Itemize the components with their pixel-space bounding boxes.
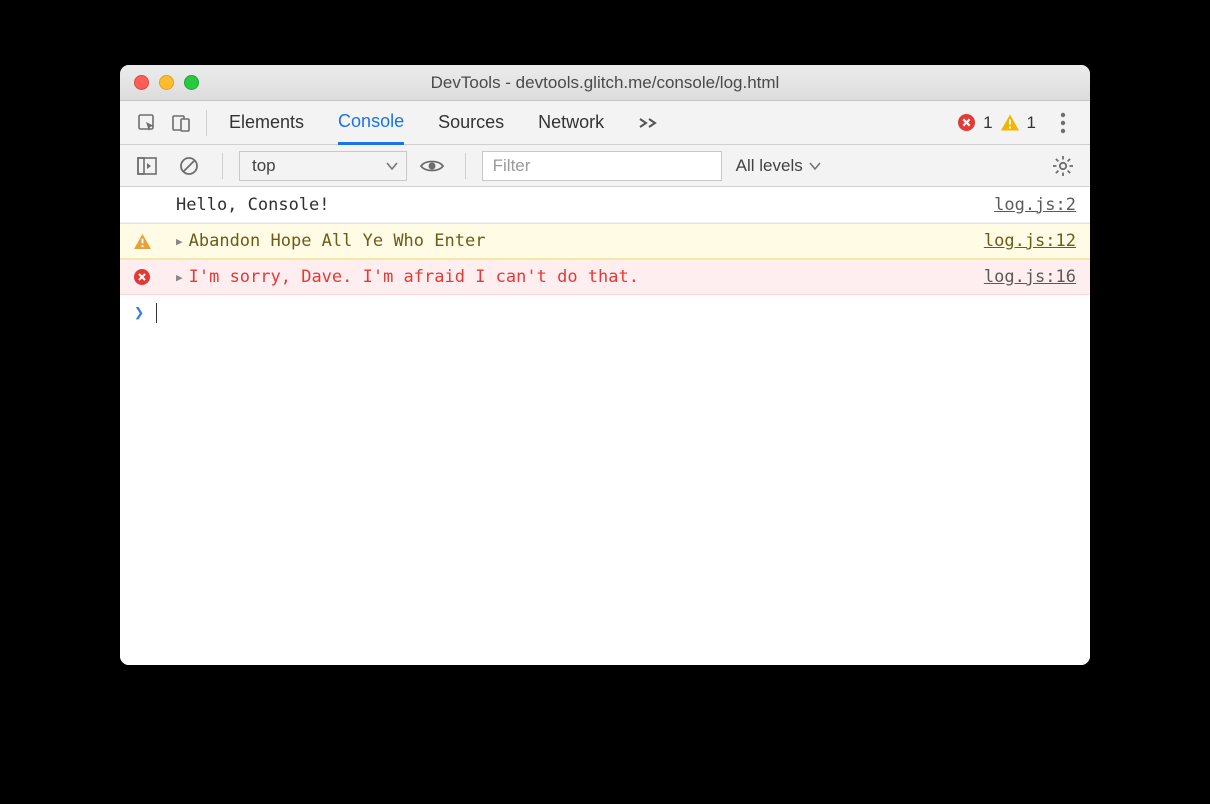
tab-sources[interactable]: Sources [438, 101, 504, 145]
tab-network[interactable]: Network [538, 101, 604, 145]
message-source-link[interactable]: log.js:12 [984, 231, 1076, 251]
chevron-down-icon [809, 162, 821, 170]
clear-console-icon[interactable] [172, 149, 206, 183]
tab-elements[interactable]: Elements [229, 101, 304, 145]
console-output: Hello, Console! log.js:2 ▶ Abandon Hope … [120, 187, 1090, 665]
execution-context-selector[interactable]: top [239, 151, 407, 181]
chevron-down-icon [386, 162, 398, 170]
main-tabbar: Elements Console Sources Network 1 1 [120, 101, 1090, 145]
issue-badges[interactable]: 1 1 [958, 113, 1036, 133]
message-text: Hello, Console! [176, 195, 994, 215]
kebab-menu-icon[interactable] [1046, 106, 1080, 140]
tab-console[interactable]: Console [338, 101, 404, 145]
levels-label: All levels [736, 156, 803, 176]
separator [206, 110, 207, 136]
console-message-error: ▶ I'm sorry, Dave. I'm afraid I can't do… [120, 259, 1090, 295]
maximize-window-button[interactable] [184, 75, 199, 90]
warning-count: 1 [1027, 113, 1036, 133]
titlebar: DevTools - devtools.glitch.me/console/lo… [120, 65, 1090, 101]
warning-badge-icon [1001, 114, 1019, 131]
log-levels-selector[interactable]: All levels [730, 156, 827, 176]
live-expression-icon[interactable] [415, 149, 449, 183]
minimize-window-button[interactable] [159, 75, 174, 90]
text-caret [156, 303, 157, 323]
context-label: top [252, 156, 276, 176]
expand-toggle-icon[interactable]: ▶ [176, 271, 183, 284]
warning-icon [134, 234, 151, 249]
console-prompt[interactable]: ❯ [120, 295, 1090, 331]
device-toolbar-icon[interactable] [164, 106, 198, 140]
filter-input[interactable] [482, 151, 722, 181]
console-message-warning: ▶ Abandon Hope All Ye Who Enter log.js:1… [120, 223, 1090, 259]
error-badge-icon [958, 114, 975, 131]
console-toolbar: top All levels [120, 145, 1090, 187]
toggle-sidebar-icon[interactable] [130, 149, 164, 183]
inspect-element-icon[interactable] [130, 106, 164, 140]
error-count: 1 [983, 113, 992, 133]
error-icon [134, 269, 150, 285]
message-text: Abandon Hope All Ye Who Enter [189, 231, 984, 251]
message-source-link[interactable]: log.js:16 [984, 267, 1076, 287]
message-source-link[interactable]: log.js:2 [994, 195, 1076, 215]
separator [222, 153, 223, 179]
panel-tabs: Elements Console Sources Network [229, 101, 658, 145]
close-window-button[interactable] [134, 75, 149, 90]
tab-overflow[interactable] [638, 101, 658, 145]
traffic-lights [134, 75, 199, 90]
window-title: DevTools - devtools.glitch.me/console/lo… [120, 73, 1090, 93]
console-message-log: Hello, Console! log.js:2 [120, 187, 1090, 223]
devtools-window: DevTools - devtools.glitch.me/console/lo… [120, 65, 1090, 665]
separator [465, 153, 466, 179]
settings-gear-icon[interactable] [1046, 149, 1080, 183]
prompt-chevron-icon: ❯ [134, 303, 144, 323]
expand-toggle-icon[interactable]: ▶ [176, 235, 183, 248]
message-text: I'm sorry, Dave. I'm afraid I can't do t… [189, 267, 984, 287]
